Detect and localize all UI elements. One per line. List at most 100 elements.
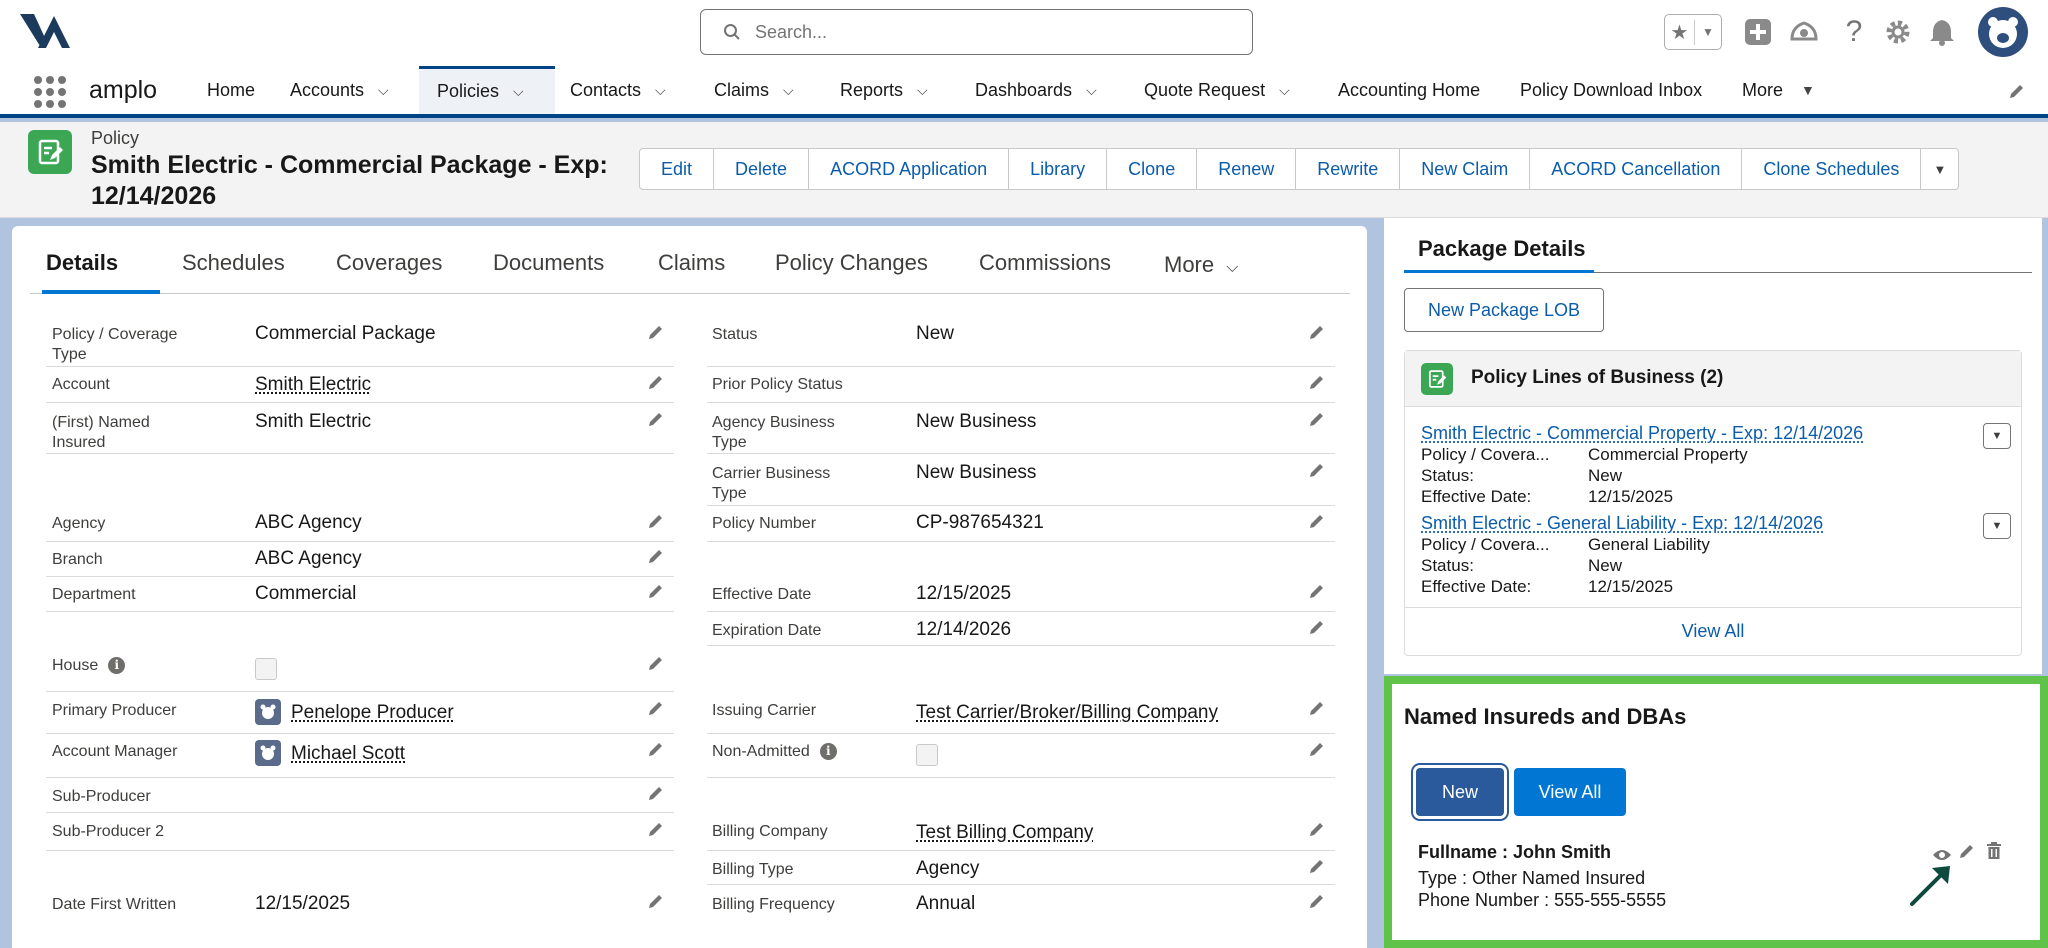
clone-button[interactable]: Clone: [1107, 149, 1198, 189]
help-icon[interactable]: ?: [1836, 14, 1872, 50]
tab-documents[interactable]: Documents: [493, 250, 604, 276]
edit-pencil-icon[interactable]: [1958, 842, 1976, 865]
rewrite-button[interactable]: Rewrite: [1296, 149, 1401, 189]
nav-item-more[interactable]: More ▼: [1742, 66, 1815, 114]
nav-item-policy-download-inbox[interactable]: Policy Download Inbox: [1520, 66, 1702, 114]
nav-item-dashboards[interactable]: Dashboards ⌵: [975, 66, 1097, 114]
pencil-icon[interactable]: [647, 373, 665, 396]
lob-link-commercial-property[interactable]: Smith Electric - Commercial Property - E…: [1421, 423, 1863, 444]
global-search-input[interactable]: Search...: [700, 9, 1253, 55]
pencil-icon[interactable]: [647, 547, 665, 570]
lob-row-actions-dropdown[interactable]: ▼: [1983, 423, 2011, 449]
pencil-icon[interactable]: [1308, 373, 1326, 396]
primary-producer-link[interactable]: Penelope Producer: [291, 702, 454, 724]
house-checkbox[interactable]: [255, 658, 277, 680]
notification-bell-icon[interactable]: [1924, 14, 1960, 50]
lob-view-all-link[interactable]: View All: [1405, 607, 2021, 655]
tab-more[interactable]: More ⌵: [1164, 252, 1238, 278]
account-link[interactable]: Smith Electric: [255, 374, 371, 396]
app-name: amplo: [89, 76, 158, 104]
library-button[interactable]: Library: [1009, 149, 1108, 189]
user-avatar[interactable]: [1978, 7, 2028, 57]
pencil-icon[interactable]: [647, 582, 665, 605]
chevron-down-icon[interactable]: ⌵: [783, 82, 794, 99]
field-agency-business-type: Agency Business Type New Business: [707, 403, 1335, 454]
more-actions-dropdown[interactable]: ▼: [1921, 149, 1958, 189]
chevron-down-icon[interactable]: ⌵: [1086, 82, 1097, 99]
nav-item-accounting-home[interactable]: Accounting Home: [1338, 66, 1480, 114]
field-label: Policy / Coverage Type: [52, 326, 178, 363]
nav-item-contacts[interactable]: Contacts ⌵: [570, 66, 666, 114]
app-launcher-icon[interactable]: [34, 76, 66, 108]
edit-button[interactable]: Edit: [640, 149, 715, 189]
tab-coverages[interactable]: Coverages: [336, 250, 442, 276]
pencil-icon[interactable]: [1308, 618, 1326, 641]
pencil-icon[interactable]: [1308, 820, 1326, 843]
caret-down-icon[interactable]: ▼: [1801, 82, 1815, 98]
tab-commissions[interactable]: Commissions: [979, 250, 1111, 276]
pencil-icon[interactable]: [647, 512, 665, 535]
nav-item-accounts[interactable]: Accounts ⌵: [290, 66, 389, 114]
pencil-icon[interactable]: [1308, 323, 1326, 346]
nav-item-policies[interactable]: Policies ⌵: [419, 66, 555, 114]
chevron-down-icon[interactable]: ▼: [1695, 25, 1721, 39]
chevron-down-icon[interactable]: ⌵: [1279, 82, 1290, 99]
acord-application-button[interactable]: ACORD Application: [809, 149, 1010, 189]
chevron-down-icon[interactable]: ⌵: [917, 82, 928, 99]
pencil-icon[interactable]: [647, 699, 665, 722]
pencil-icon[interactable]: [1308, 699, 1326, 722]
non-admitted-checkbox[interactable]: [916, 744, 938, 766]
lob-card-title[interactable]: Policy Lines of Business (2): [1471, 367, 1723, 389]
new-package-lob-button[interactable]: New Package LOB: [1404, 288, 1604, 332]
gear-icon[interactable]: [1880, 14, 1916, 50]
lob-row-actions-dropdown[interactable]: ▼: [1983, 513, 2011, 539]
tab-schedules[interactable]: Schedules: [182, 250, 285, 276]
tab-claims[interactable]: Claims: [658, 250, 725, 276]
new-claim-button[interactable]: New Claim: [1400, 149, 1531, 189]
package-details-title[interactable]: Package Details: [1418, 236, 1586, 262]
pencil-icon[interactable]: [1308, 740, 1326, 763]
pencil-icon[interactable]: [647, 892, 665, 915]
pencil-icon[interactable]: [1308, 857, 1326, 880]
global-add-icon[interactable]: [1740, 14, 1776, 50]
favorites-button[interactable]: ★ ▼: [1664, 14, 1722, 50]
nav-item-claims[interactable]: Claims ⌵: [714, 66, 794, 114]
view-all-named-insureds-button[interactable]: View All: [1514, 768, 1626, 816]
edit-nav-pencil-icon[interactable]: [2008, 82, 2026, 105]
lob-link-general-liability[interactable]: Smith Electric - General Liability - Exp…: [1421, 513, 1823, 534]
chevron-down-icon[interactable]: ⌵: [655, 82, 666, 99]
star-icon[interactable]: ★: [1665, 19, 1695, 45]
amplo-logo[interactable]: [18, 12, 72, 52]
chevron-down-icon[interactable]: ⌵: [513, 83, 524, 100]
pencil-icon[interactable]: [1308, 461, 1326, 484]
info-icon[interactable]: i: [108, 657, 126, 675]
pencil-icon[interactable]: [1308, 892, 1326, 915]
nav-item-reports[interactable]: Reports ⌵: [840, 66, 928, 114]
account-manager-link[interactable]: Michael Scott: [291, 743, 405, 765]
acord-cancellation-button[interactable]: ACORD Cancellation: [1530, 149, 1743, 189]
tab-details[interactable]: Details: [46, 250, 118, 276]
field-label: Status: [712, 326, 758, 343]
clone-schedules-button[interactable]: Clone Schedules: [1742, 149, 1922, 189]
issuing-carrier-link[interactable]: Test Carrier/Broker/Billing Company: [916, 702, 1218, 724]
info-icon[interactable]: i: [819, 743, 837, 761]
nav-item-quote-request[interactable]: Quote Request ⌵: [1144, 66, 1290, 114]
pencil-icon[interactable]: [647, 784, 665, 807]
pencil-icon[interactable]: [647, 820, 665, 843]
pencil-icon[interactable]: [647, 410, 665, 433]
pencil-icon[interactable]: [647, 740, 665, 763]
pencil-icon[interactable]: [647, 654, 665, 677]
billing-company-link[interactable]: Test Billing Company: [916, 822, 1093, 844]
nav-item-home[interactable]: Home: [207, 66, 255, 114]
pencil-icon[interactable]: [1308, 512, 1326, 535]
delete-button[interactable]: Delete: [714, 149, 810, 189]
trailhead-icon[interactable]: [1786, 14, 1822, 50]
chevron-down-icon[interactable]: ⌵: [378, 82, 389, 99]
pencil-icon[interactable]: [1308, 582, 1326, 605]
pencil-icon[interactable]: [647, 323, 665, 346]
delete-trash-icon[interactable]: [1986, 842, 2002, 865]
renew-button[interactable]: Renew: [1197, 149, 1297, 189]
new-named-insured-button[interactable]: New: [1416, 768, 1504, 816]
pencil-icon[interactable]: [1308, 410, 1326, 433]
tab-policy-changes[interactable]: Policy Changes: [775, 250, 928, 276]
